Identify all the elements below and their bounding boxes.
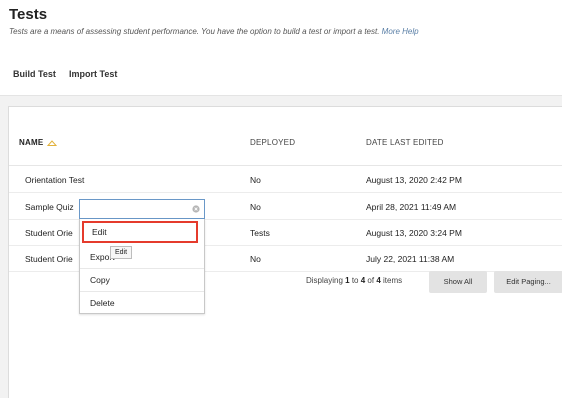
deployed-value: Tests [250,228,270,238]
paging-suffix: items [383,276,403,285]
paging-to-word: to [351,276,359,285]
paging-total: 4 [376,276,381,285]
deployed-value: No [250,254,261,264]
edit-paging-button[interactable]: Edit Paging... [494,271,562,293]
import-test-button[interactable]: Import Test [69,69,117,79]
description-text: Tests are a means of assessing student p… [9,27,380,36]
table-row[interactable]: Orientation Test No August 13, 2020 2:42… [9,167,562,193]
test-name[interactable]: Student Orie [25,228,73,238]
show-all-button[interactable]: Show All [429,271,487,293]
edit-tooltip: Edit [110,246,133,259]
deployed-value: No [250,175,261,185]
paging-of-word: of [367,276,375,285]
paging-to: 4 [360,276,366,285]
more-help-link[interactable]: More Help [382,27,419,36]
column-header-date[interactable]: DATE LAST EDITED [366,138,444,147]
sort-ascending-icon [47,140,58,146]
build-test-button[interactable]: Build Test [13,69,56,79]
menu-item-delete[interactable]: Delete [80,291,204,315]
test-name[interactable]: Sample Quiz [25,202,74,212]
date-value: August 13, 2020 3:24 PM [366,228,462,238]
action-bar: Build Test Import Test [0,56,562,96]
deployed-value: No [250,202,261,212]
date-value: August 13, 2020 2:42 PM [366,175,462,185]
page-description: Tests are a means of assessing student p… [9,27,419,36]
clear-circle-icon[interactable] [192,205,200,213]
context-menu-filter-input[interactable] [79,199,205,219]
paging-status: Displaying 1 to 4 of 4 items [306,276,402,285]
paging-prefix: Displaying [306,276,343,285]
paging-from: 1 [345,276,350,285]
column-name-label: NAME [19,138,44,147]
table-header: NAME DEPLOYED DATE LAST EDITED [9,120,562,166]
column-header-deployed[interactable]: DEPLOYED [250,138,295,147]
test-name[interactable]: Orientation Test [25,175,84,185]
date-value: July 22, 2021 11:38 AM [366,254,455,264]
menu-item-copy[interactable]: Copy [80,268,204,292]
test-name[interactable]: Student Orie [25,254,73,264]
date-value: April 28, 2021 11:49 AM [366,202,457,212]
column-header-name[interactable]: NAME [19,138,58,147]
page-title: Tests [9,6,48,23]
menu-item-edit[interactable]: Edit [82,221,198,243]
menu-item-export[interactable]: Export [80,245,204,269]
context-menu: Edit Export Copy Delete [79,219,205,314]
